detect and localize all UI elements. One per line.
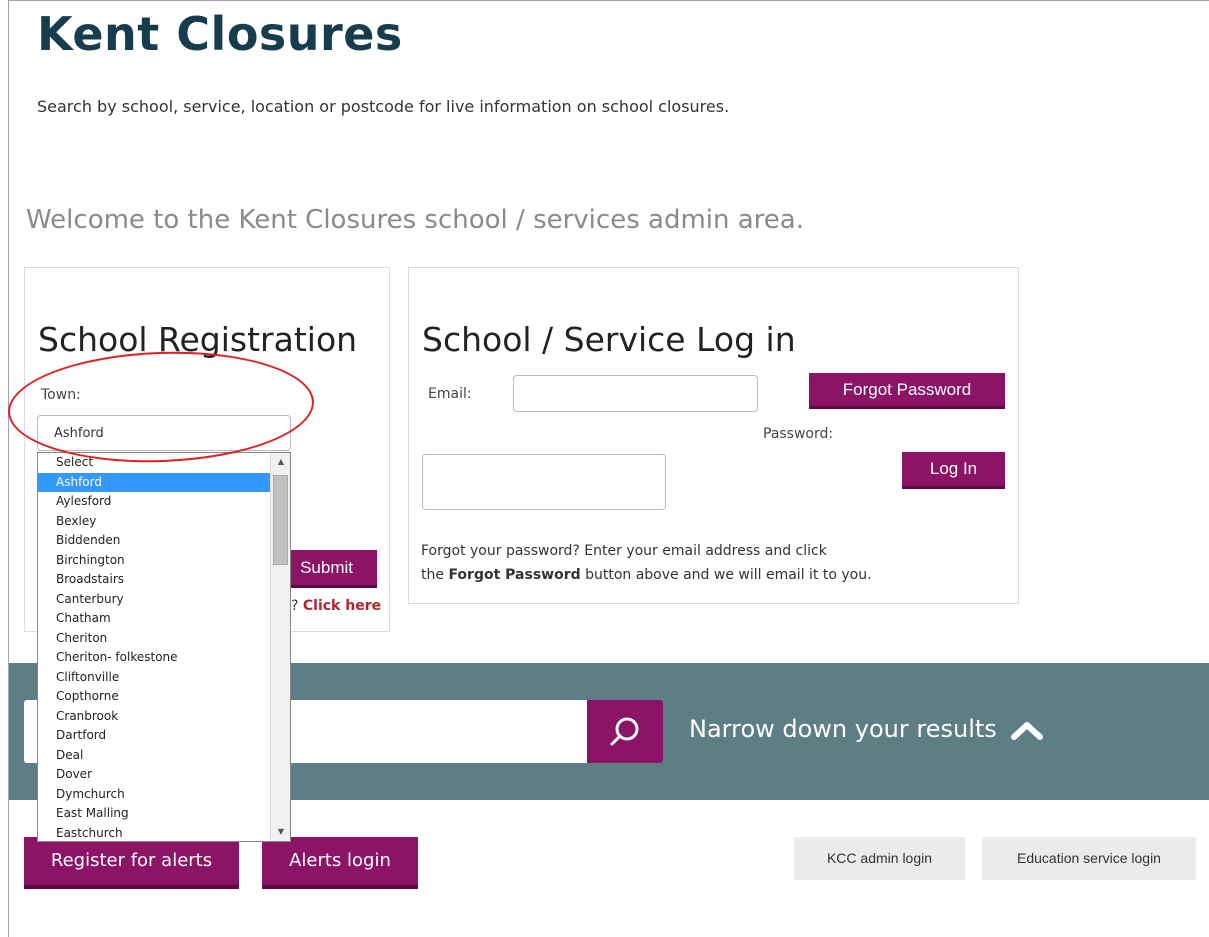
town-option[interactable]: Dymchurch bbox=[38, 785, 271, 805]
town-option[interactable]: Eastchurch bbox=[38, 824, 271, 842]
town-option[interactable]: Copthorne bbox=[38, 687, 271, 707]
welcome-heading: Welcome to the Kent Closures school / se… bbox=[26, 205, 804, 235]
password-field[interactable] bbox=[422, 454, 666, 510]
email-field[interactable] bbox=[513, 375, 758, 412]
search-button[interactable] bbox=[587, 700, 663, 763]
town-option[interactable]: Select bbox=[38, 453, 271, 473]
town-option[interactable]: Deal bbox=[38, 746, 271, 766]
scroll-up-icon[interactable]: ▲ bbox=[271, 453, 290, 471]
login-heading: School / Service Log in bbox=[422, 320, 796, 359]
alerts-login-button[interactable]: Alerts login bbox=[262, 837, 418, 889]
dropdown-scrollbar[interactable]: ▲ ▼ bbox=[270, 453, 290, 841]
town-option[interactable]: Dover bbox=[38, 765, 271, 785]
town-label: Town: bbox=[41, 387, 81, 403]
login-button[interactable]: Log In bbox=[902, 452, 1005, 489]
town-option[interactable]: Dartford bbox=[38, 726, 271, 746]
site-title: Kent Closures bbox=[37, 7, 403, 61]
town-option[interactable]: Chatham bbox=[38, 609, 271, 629]
intro-text: Search by school, service, location or p… bbox=[37, 97, 730, 116]
help-prefix: the bbox=[421, 567, 444, 583]
forgot-help-text: Forgot your password? Enter your email a… bbox=[421, 539, 891, 587]
search-icon bbox=[610, 717, 639, 746]
town-option[interactable]: Birchington bbox=[38, 551, 271, 571]
click-here-line: ? Click here bbox=[291, 598, 381, 614]
town-dropdown-list[interactable]: Select Ashford Aylesford Bexley Biddenden Bir… bbox=[37, 452, 291, 842]
scroll-down-icon[interactable]: ▼ bbox=[271, 823, 290, 841]
narrow-results-label: Narrow down your results bbox=[689, 715, 997, 743]
education-service-login-button[interactable]: Education service login bbox=[982, 837, 1196, 880]
scroll-thumb[interactable] bbox=[273, 475, 288, 565]
help-line-2: the Forgot Password button above and we … bbox=[421, 563, 891, 587]
town-option[interactable]: Ashford bbox=[38, 472, 271, 492]
help-suffix: button above and we will email it to you… bbox=[585, 567, 872, 583]
submit-button[interactable]: Submit bbox=[281, 550, 377, 588]
register-alerts-button[interactable]: Register for alerts bbox=[24, 837, 239, 889]
chevron-up-icon bbox=[1011, 722, 1044, 740]
town-option[interactable]: Cheriton- folkestone bbox=[38, 648, 271, 668]
town-option[interactable]: Broadstairs bbox=[38, 570, 271, 590]
town-option[interactable]: Cranbrook bbox=[38, 707, 271, 727]
town-option[interactable]: Biddenden bbox=[38, 531, 271, 551]
narrow-results-toggle[interactable]: Narrow down your results bbox=[689, 715, 1044, 743]
click-here-link[interactable]: Click here bbox=[303, 598, 381, 614]
town-options: Select Ashford Aylesford Bexley Biddenden Bir… bbox=[38, 453, 271, 842]
town-option[interactable]: Cliftonville bbox=[38, 668, 271, 688]
town-option[interactable]: Cheriton bbox=[38, 629, 271, 649]
click-prefix: ? bbox=[291, 598, 299, 614]
help-bold: Forgot Password bbox=[448, 567, 581, 583]
town-option[interactable]: Aylesford bbox=[38, 492, 271, 512]
password-label: Password: bbox=[763, 426, 834, 442]
town-option[interactable]: East Malling bbox=[38, 804, 271, 824]
help-line-1: Forgot your password? Enter your email a… bbox=[421, 543, 827, 559]
town-option[interactable]: Canterbury bbox=[38, 590, 271, 610]
town-option[interactable]: Bexley bbox=[38, 512, 271, 532]
email-label: Email: bbox=[428, 386, 472, 402]
town-select[interactable]: Ashford bbox=[37, 415, 291, 451]
kcc-admin-login-button[interactable]: KCC admin login bbox=[794, 837, 965, 880]
registration-heading: School Registration bbox=[38, 320, 358, 359]
forgot-password-button[interactable]: Forgot Password bbox=[809, 373, 1005, 409]
